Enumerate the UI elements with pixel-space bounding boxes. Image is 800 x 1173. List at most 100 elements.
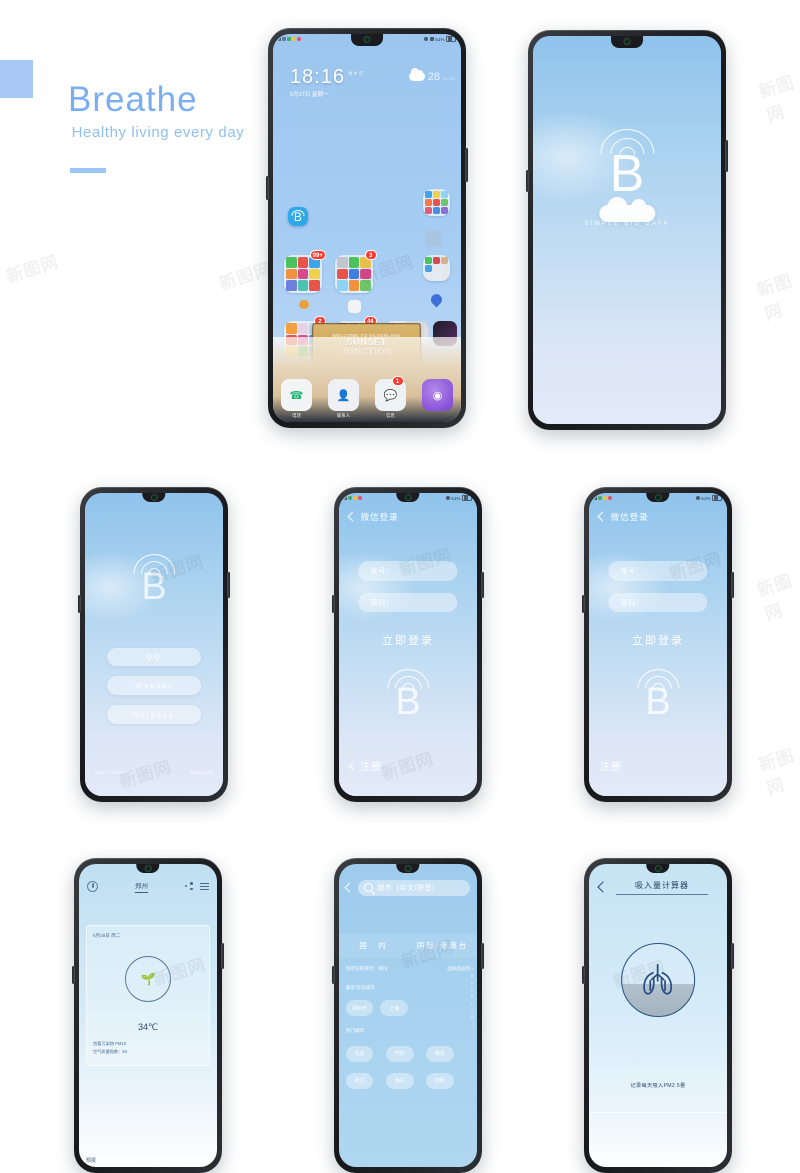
index-letter: J <box>471 1023 474 1028</box>
menu-icon[interactable] <box>199 882 209 890</box>
app-logo: B <box>636 668 679 721</box>
submit-login-button[interactable]: 立即登录 <box>382 632 434 648</box>
status-left-icons <box>278 37 301 41</box>
submit-login-button[interactable]: 立即登录 <box>632 632 684 648</box>
volume-button[interactable] <box>725 140 728 172</box>
hero-subtitle: Healthy living every day <box>71 124 245 141</box>
back-icon[interactable] <box>596 881 609 893</box>
account-field-label: 账号： <box>370 567 394 575</box>
record-icon <box>608 496 612 500</box>
volume-button[interactable] <box>481 572 484 598</box>
app-icon-generic[interactable] <box>348 299 362 313</box>
dock-item-messages[interactable]: 💬 1 信息 <box>374 376 407 419</box>
dock-item-contacts[interactable]: 👤 联系人 <box>327 379 360 419</box>
back-icon[interactable] <box>597 511 608 522</box>
back-icon[interactable] <box>347 511 358 522</box>
power-button[interactable] <box>72 966 75 984</box>
clock-time: 18:16 <box>289 65 345 88</box>
power-button[interactable] <box>266 176 269 200</box>
city-chip[interactable]: 武汉 <box>345 1073 374 1089</box>
nav-title: 微信登录 <box>360 511 399 522</box>
hero-underline <box>70 168 106 173</box>
clock-date: 5月27日 星期一 <box>289 91 329 98</box>
dock-item-phone[interactable]: ☎ 电话 <box>280 379 313 419</box>
weather-widget[interactable]: 28 20 / 31 <box>408 68 455 83</box>
index-letter: E <box>471 995 474 1000</box>
app-icon-breathe[interactable]: B <box>288 206 308 227</box>
located-row: 您所在的城市：郑州 选择后返回 <box>346 966 470 972</box>
footer-link-account[interactable]: User Account <box>95 770 125 775</box>
app-folder[interactable]: 99+ <box>284 250 326 293</box>
dock-item-browser[interactable]: ◉ <box>421 379 454 413</box>
hero-block: Breathe Healthy living every day <box>0 0 260 240</box>
alphabet-index[interactable]: A B C D E F G H J <box>471 967 474 1027</box>
account-field[interactable]: 帐号： <box>608 561 708 581</box>
city-chip[interactable]: 上海 <box>380 1000 408 1017</box>
password-field[interactable]: 密码： <box>358 592 458 613</box>
register-button[interactable]: 注册 <box>348 758 382 773</box>
app-folder[interactable]: 3 <box>335 250 377 293</box>
volume-button[interactable] <box>221 943 224 969</box>
city-chip[interactable]: 开封 <box>385 1045 414 1062</box>
power-button[interactable] <box>582 966 585 984</box>
lungs-icon[interactable] <box>621 942 695 1017</box>
footer-link-help[interactable]: Need Help <box>190 770 213 775</box>
signal-icon <box>278 37 281 41</box>
volume-button[interactable] <box>227 572 230 598</box>
city-chip[interactable]: 北京 <box>345 1045 374 1062</box>
tab-domestic[interactable]: 国 内 <box>339 940 408 951</box>
city-tab[interactable]: 郑州 <box>135 880 148 893</box>
lock-icon[interactable] <box>87 880 99 892</box>
status-right-icons: 51% <box>445 494 473 502</box>
app-folder[interactable] <box>423 255 450 282</box>
back-icon[interactable] <box>344 882 355 893</box>
power-button[interactable] <box>332 595 335 613</box>
register-button[interactable]: 注册 <box>600 758 622 773</box>
dock-badge: 1 <box>391 376 404 387</box>
nav-bar: 微信登录 <box>339 503 477 530</box>
account-field[interactable]: 账号： <box>358 561 458 581</box>
phone-screen: 吸入量计算器 记录每天吸入PM2.5量 <box>589 864 727 1167</box>
login-button-netease[interactable]: Netease <box>107 705 201 724</box>
power-button[interactable] <box>332 966 335 984</box>
app-folder[interactable] <box>423 189 450 216</box>
app-icon-generic[interactable] <box>425 229 443 247</box>
password-field[interactable]: 密码： <box>608 592 708 613</box>
app-notification-icon <box>287 37 291 41</box>
phone-screen: 城市（中文/拼音） 国 内 国际/港澳台 您所在的城市：郑州 选择后返回 最近/… <box>339 864 477 1167</box>
phone-social-login: B QQ Wechat Netease User Account Need He… <box>78 487 230 802</box>
app-notification-icon <box>348 496 352 500</box>
index-letter: A <box>471 967 474 972</box>
login-button-label: QQ <box>146 652 162 662</box>
located-label: 您所在的城市：郑州 <box>345 965 388 971</box>
located-action[interactable]: 选择后返回 <box>447 966 470 972</box>
tab-international[interactable]: 国际/港澳台 <box>408 940 477 951</box>
power-button[interactable] <box>582 595 585 613</box>
phone-screen: B SIMPLE BIG DATA <box>533 36 721 424</box>
volume-button[interactable] <box>731 943 734 969</box>
login-button-wechat[interactable]: Wechat <box>107 676 201 695</box>
app-logo: B SIMPLE BIG DATA <box>584 129 669 227</box>
app-icon-generic[interactable] <box>299 299 309 310</box>
login-background <box>85 493 223 796</box>
city-chip[interactable]: 郑州市 <box>345 1000 374 1017</box>
watermark: 新图网 <box>756 72 797 126</box>
dock-label: 信息 <box>386 413 395 419</box>
city-search-input[interactable]: 城市（中文/拼音） <box>357 879 471 896</box>
city-chip[interactable]: 南京 <box>425 1045 454 1062</box>
divider <box>589 1112 727 1114</box>
power-button[interactable] <box>526 170 529 192</box>
share-icon[interactable] <box>184 882 193 891</box>
power-button[interactable] <box>78 595 81 613</box>
volume-button[interactable] <box>465 148 468 182</box>
logo-letter: B <box>141 565 167 608</box>
login-button-qq[interactable]: QQ <box>107 647 201 666</box>
volume-button[interactable] <box>481 943 484 969</box>
status-right-icons: 51% <box>424 35 457 43</box>
city-chip[interactable]: 济南 <box>425 1073 454 1089</box>
phone-screen: B QQ Wechat Netease User Account Need He… <box>85 493 223 796</box>
toolbar-actions <box>184 882 209 891</box>
city-chip[interactable]: 海口 <box>385 1073 414 1089</box>
splash-background <box>533 36 721 424</box>
volume-button[interactable] <box>731 572 734 598</box>
